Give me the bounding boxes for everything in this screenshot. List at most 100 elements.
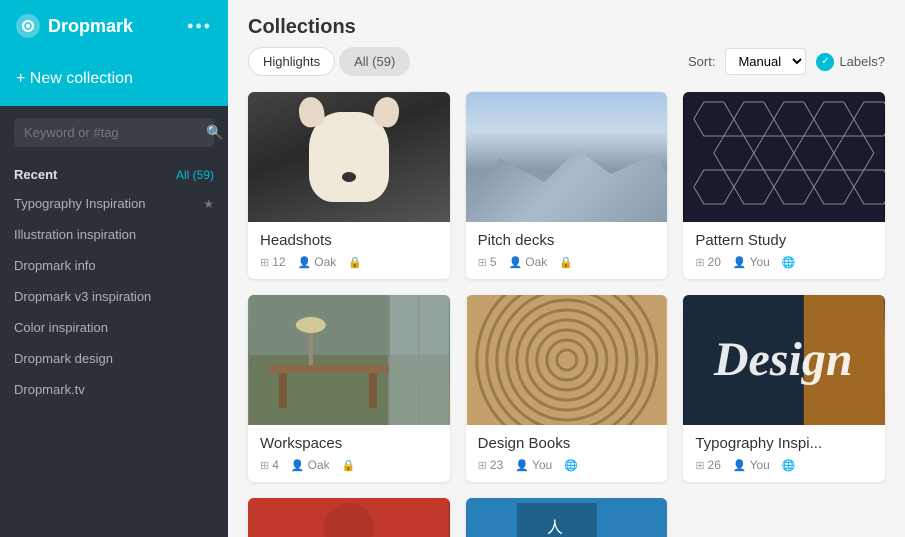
card-body: Design Books ⊞ 23 👤 You 🌐 [466,425,668,482]
svg-text:人: 人 [546,519,562,537]
collection-image-pattern-study [683,92,885,222]
page-title: Collections [248,16,885,39]
globe-meta: 🌐 [782,459,796,472]
sidebar-item-label: Dropmark v3 inspiration [14,289,151,304]
sidebar-header: Dropmark ••• [0,0,228,52]
card-title: Pattern Study [695,232,873,249]
globe-meta: 🌐 [782,256,796,269]
owner-meta: 👤 Oak [509,255,548,269]
lock-icon: 🔒 [348,256,362,269]
card-meta: ⊞ 26 👤 You 🌐 [695,458,873,472]
grid-icon: ⊞ [478,459,487,472]
card-meta: ⊞ 5 👤 Oak 🔒 [478,255,656,269]
card-title: Typography Inspi... [695,435,873,452]
collection-image-partial-red [248,498,450,537]
owner-meta: 👤 You [515,458,552,472]
grid-icon: ⊞ [695,256,704,269]
owner-meta: 👤 You [733,255,770,269]
collection-image-typography: Design [683,295,885,425]
sidebar-item-label: Illustration inspiration [14,227,136,242]
grid-icon: ⊞ [260,459,269,472]
sidebar-item-dropmark-v3[interactable]: Dropmark v3 inspiration [0,281,228,312]
lock-icon: 🔒 [342,459,356,472]
count-meta: ⊞ 23 [478,458,504,472]
person-icon: 👤 [733,459,747,472]
card-title: Pitch decks [478,232,656,249]
top-section: Collections Highlights All (59) Sort: Ma… [248,16,885,76]
person-icon: 👤 [298,256,312,269]
collection-image-pitch-decks [466,92,668,222]
lock-icon: 🔒 [559,256,573,269]
sort-label: Sort: [688,54,715,69]
main-header: Highlights All (59) Sort: Manual Date Na… [248,47,885,76]
sidebar-item-illustration-inspiration[interactable]: Illustration inspiration [0,219,228,250]
star-icon: ★ [203,197,214,211]
card-title: Design Books [478,435,656,452]
search-box: 🔍 [14,118,214,147]
collection-image-partial-blue: 人 [466,498,668,537]
card-meta: ⊞ 20 👤 You 🌐 [695,255,873,269]
collection-card-workspaces[interactable]: Workspaces ⊞ 4 👤 Oak 🔒 [248,295,450,482]
collection-card-pattern-study[interactable]: Pattern Study ⊞ 20 👤 You 🌐 [683,92,885,279]
person-icon: 👤 [733,256,747,269]
logo-text: Dropmark [48,16,133,37]
person-icon: 👤 [515,459,529,472]
card-body: Pitch decks ⊞ 5 👤 Oak 🔒 [466,222,668,279]
sidebar-item-typography-inspiration[interactable]: Typography Inspiration ★ [0,188,228,219]
card-body: Workspaces ⊞ 4 👤 Oak 🔒 [248,425,450,482]
sidebar-item-dropmark-tv[interactable]: Dropmark.tv [0,374,228,405]
sidebar: Dropmark ••• + New collection 🔍 Recent A… [0,0,228,537]
new-collection-button[interactable]: + New collection [0,52,228,106]
card-title: Headshots [260,232,438,249]
sidebar-items-list: Typography Inspiration ★ Illustration in… [0,188,228,405]
grid-icon: ⊞ [478,256,487,269]
collection-card-partial-red[interactable] [248,498,450,537]
more-options-icon[interactable]: ••• [187,16,212,37]
collection-card-design-books[interactable]: Design Books ⊞ 23 👤 You 🌐 [466,295,668,482]
lock-meta: 🔒 [559,256,573,269]
tab-highlights[interactable]: Highlights [248,47,335,76]
search-icon[interactable]: 🔍 [206,124,223,141]
search-input[interactable] [24,125,200,140]
recent-label: Recent [14,167,57,182]
collections-grid: Headshots ⊞ 12 👤 Oak 🔒 [248,92,885,537]
labels-button[interactable]: ✓ Labels? [816,53,885,71]
globe-icon: 🌐 [782,256,796,269]
labels-check-icon: ✓ [816,53,834,71]
person-icon: 👤 [291,459,305,472]
sort-select[interactable]: Manual Date Name Size [725,48,806,75]
sort-area: Sort: Manual Date Name Size ✓ Labels? [688,48,885,75]
collection-image-design-books [466,295,668,425]
card-title: Workspaces [260,435,438,452]
collection-image-headshots [248,92,450,222]
collection-image-workspaces [248,295,450,425]
lock-meta: 🔒 [348,256,362,269]
owner-meta: 👤 Oak [298,255,337,269]
count-meta: ⊞ 20 [695,255,721,269]
sidebar-logo[interactable]: Dropmark [16,14,133,38]
tab-all[interactable]: All (59) [339,47,410,76]
owner-meta: 👤 Oak [291,458,330,472]
grid-icon: ⊞ [260,256,269,269]
sidebar-item-label: Color inspiration [14,320,108,335]
count-meta: ⊞ 26 [695,458,721,472]
sidebar-item-label: Dropmark info [14,258,96,273]
sidebar-item-label: Dropmark.tv [14,382,85,397]
labels-text: Labels? [839,54,885,69]
sidebar-item-color-inspiration[interactable]: Color inspiration [0,312,228,343]
globe-icon: 🌐 [564,459,578,472]
collection-card-headshots[interactable]: Headshots ⊞ 12 👤 Oak 🔒 [248,92,450,279]
card-body: Headshots ⊞ 12 👤 Oak 🔒 [248,222,450,279]
sidebar-item-label: Dropmark design [14,351,113,366]
collection-card-pitch-decks[interactable]: Pitch decks ⊞ 5 👤 Oak 🔒 [466,92,668,279]
collection-card-typography-inspi[interactable]: Design Typography Inspi... ⊞ 26 👤 You 🌐 [683,295,885,482]
collection-card-partial-blue[interactable]: 人 [466,498,668,537]
tabs: Highlights All (59) [248,47,410,76]
all-count-link[interactable]: All (59) [176,168,214,182]
recent-header: Recent All (59) [0,159,228,188]
sidebar-item-dropmark-info[interactable]: Dropmark info [0,250,228,281]
count-meta: ⊞ 12 [260,255,286,269]
sidebar-item-dropmark-design[interactable]: Dropmark design [0,343,228,374]
globe-icon: 🌐 [782,459,796,472]
card-body: Typography Inspi... ⊞ 26 👤 You 🌐 [683,425,885,482]
